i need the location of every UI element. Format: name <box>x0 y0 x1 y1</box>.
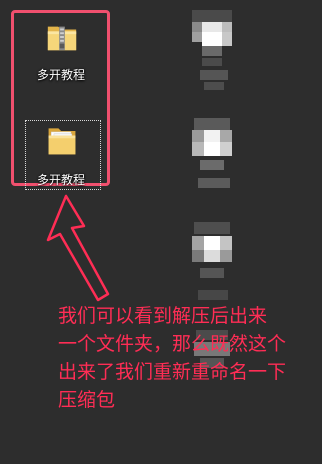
annotation-line: 一个文件夹，那么既然这个 <box>58 333 287 355</box>
annotation-line: 出来了我们重新重命名一下 <box>58 361 287 383</box>
desktop: 多开教程 多开教程 我们可以看到解压后出来 一个文件夹，那么既然这个 出来了我们… <box>0 0 322 464</box>
annotation-line: 压缩包 <box>58 389 116 411</box>
annotation-line: 我们可以看到解压后出来 <box>58 305 268 327</box>
annotation-text: 我们可以看到解压后出来 一个文件夹，那么既然这个 出来了我们重新重命名一下 压缩… <box>58 302 320 414</box>
